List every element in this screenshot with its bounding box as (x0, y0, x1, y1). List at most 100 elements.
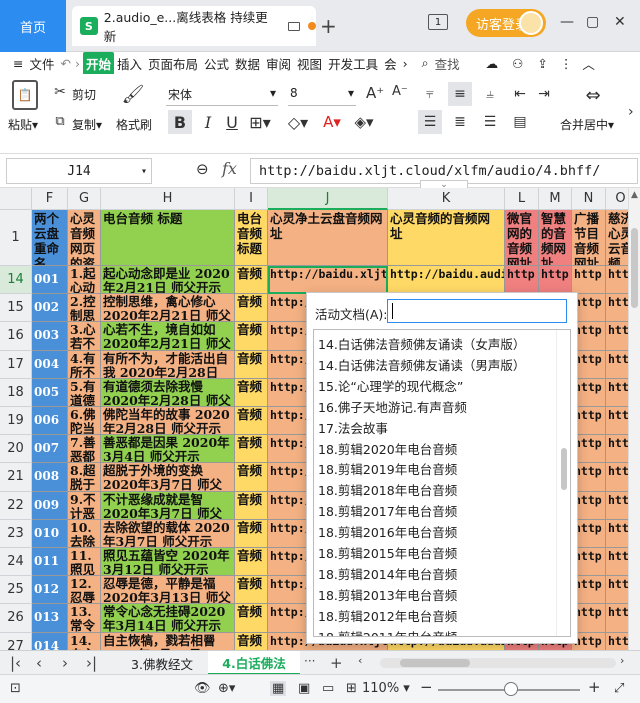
decrease-font-icon[interactable]: A⁻ (392, 84, 408, 99)
full-screen-icon[interactable]: ⊞ (346, 681, 357, 696)
italic-button[interactable]: I (198, 110, 218, 134)
audio-label-cell[interactable]: 音频 (235, 294, 268, 323)
index-cell[interactable]: 4.有所不为 (68, 350, 101, 379)
align-middle-icon[interactable]: ≡ (448, 82, 472, 106)
document-list-item[interactable]: 18.剪辑2016年电台音频 (318, 522, 457, 542)
cut-button[interactable]: 剪切 (72, 86, 96, 103)
row-header-19[interactable]: 19 (0, 407, 32, 436)
vertical-scroll-thumb[interactable] (631, 228, 638, 308)
row-header-14[interactable]: 14 (0, 266, 32, 295)
first-sheet-icon[interactable]: |‹ (10, 654, 21, 672)
column-header-m[interactable]: M (539, 188, 572, 210)
row-header-18[interactable]: 18 (0, 378, 32, 407)
title-cell[interactable]: 去除欲望的载体 2020年3月7日 师父开示 (101, 519, 235, 548)
audio-label-cell[interactable]: 音频 (235, 519, 268, 548)
cloud-url-cell[interactable]: http (606, 463, 628, 492)
share-icon[interactable]: ⇪ (534, 56, 550, 71)
index-cell[interactable]: 13.常令 (68, 604, 101, 633)
audio-label-cell[interactable]: 音频 (235, 491, 268, 520)
zoom-slider-handle[interactable] (504, 682, 518, 696)
underline-button[interactable]: U (222, 110, 242, 134)
index-cell[interactable]: 11.照见 (68, 548, 101, 577)
title-cell[interactable]: 照见五蕴皆空 2020年3月12日 师父开示 (101, 548, 235, 577)
tab-insert[interactable]: 插入 (114, 54, 145, 73)
document-list-item[interactable]: 14.白话佛法音频佛友诵读（男声版） (318, 355, 525, 375)
document-list-item[interactable]: 17.法会故事 (318, 418, 388, 438)
title-cell[interactable]: 超脱于外境的变换 2020年3月7日 师父开示 (101, 463, 235, 492)
document-list[interactable]: 14.白话佛法音频佛友诵读（女声版） 14.白话佛法音频佛友诵读（男声版） 15.论… (313, 329, 571, 637)
select-all-corner[interactable] (0, 188, 32, 210)
id-cell[interactable]: 005 (32, 378, 68, 407)
align-bottom-icon[interactable]: ⫨ (478, 82, 502, 106)
tab-view[interactable]: 视图 (294, 54, 325, 73)
horizontal-scrollbar[interactable] (380, 658, 616, 668)
audio-label-cell[interactable]: 音频 (235, 322, 268, 351)
format-painter-icon[interactable]: 🖌 (122, 80, 145, 108)
title-cell[interactable]: 善恶都是因果 2020年3月4日 师父开示 (101, 435, 235, 464)
title-cell[interactable]: 佛陀当年的故事 2020年2月28日 师父开示 (101, 407, 235, 436)
align-right-icon[interactable]: ☰ (478, 110, 502, 134)
index-cell[interactable]: 5.有道德 (68, 378, 101, 407)
more-options-icon[interactable]: ⋮ (557, 56, 576, 71)
borders-icon[interactable]: ⊞▾ (248, 110, 272, 134)
cloud-url-cell[interactable]: http (606, 378, 628, 407)
new-tab-button[interactable]: + (320, 14, 337, 38)
index-cell[interactable]: 9.不计恶 (68, 491, 101, 520)
copy-button[interactable]: 复制▾ (72, 116, 102, 133)
id-cell[interactable]: 010 (32, 519, 68, 548)
audio-label-cell[interactable]: 音频 (235, 350, 268, 379)
search-icon[interactable]: ⌕ (419, 55, 432, 71)
audio-label-cell[interactable]: 音频 (235, 407, 268, 436)
zoom-lookup-icon[interactable]: ⊖ (196, 160, 209, 178)
sheet-tab-3[interactable]: 3.佛教经文 (118, 651, 206, 675)
row-header-16[interactable]: 16 (0, 322, 32, 351)
tab-developer[interactable]: 开发工具 (325, 54, 381, 73)
cloud-url-cell[interactable]: http (606, 519, 628, 548)
next-sheet-icon[interactable]: › (62, 654, 68, 672)
zoom-in-icon[interactable]: + (588, 678, 601, 696)
id-cell[interactable]: 002 (32, 294, 68, 323)
tab-data[interactable]: 数据 (232, 54, 263, 73)
id-cell[interactable]: 014 (32, 632, 68, 650)
paste-button[interactable]: 粘贴▾ (8, 116, 38, 133)
active-documents-input[interactable] (387, 299, 567, 323)
window-count-icon[interactable]: 1 (428, 14, 448, 30)
row-header-22[interactable]: 22 (0, 491, 32, 520)
copy-icon[interactable]: ⧉ (52, 114, 68, 129)
tab-review[interactable]: 审阅 (263, 54, 294, 73)
audio-label-cell[interactable]: 音频 (235, 576, 268, 605)
cloud-url-cell[interactable]: http (606, 632, 628, 650)
id-cell[interactable]: 004 (32, 350, 68, 379)
document-list-scroll-thumb[interactable] (561, 448, 567, 490)
cloud-url-cell[interactable]: http (606, 322, 628, 351)
index-cell[interactable]: 7.善恶都是 (68, 435, 101, 464)
prev-sheet-icon[interactable]: ‹ (36, 654, 42, 672)
cell-name-box[interactable]: J14 ▾ (6, 158, 152, 184)
document-list-item[interactable]: 14.白话佛法音频佛友诵读（女声版） (318, 334, 525, 354)
document-list-item[interactable]: 18.剪辑2017年电台音频 (318, 501, 457, 521)
column-header-l[interactable]: L (505, 188, 539, 210)
cloud-url-cell[interactable]: http (606, 548, 628, 577)
sheet-tab-4[interactable]: 4.白话佛法 (208, 651, 300, 675)
id-cell[interactable]: 013 (32, 604, 68, 633)
title-cell[interactable]: 不计恶缘成就是智 2020年3月7日 师父开示 (101, 491, 235, 520)
cloud-url-cell[interactable]: http (606, 576, 628, 605)
merge-center-button[interactable]: 合并居中▾ (560, 116, 614, 133)
column-header-h[interactable]: H (101, 188, 235, 210)
macro-icon[interactable]: ⊡ (10, 681, 21, 696)
cloud-url-cell[interactable]: http (606, 350, 628, 379)
audio-label-cell[interactable]: 音频 (235, 548, 268, 577)
id-cell[interactable]: 008 (32, 463, 68, 492)
title-cell[interactable]: 心若不生，境自如如 2020年2月21日 师父 (101, 322, 235, 351)
eye-protection-icon[interactable]: 👁 (194, 681, 211, 696)
title-cell[interactable]: 起心动念即是业 2020年2月21日 师父开示 (101, 266, 235, 295)
column-header-f[interactable]: F (32, 188, 68, 210)
page-break-view-icon[interactable]: ▭ (322, 681, 334, 696)
id-cell[interactable]: 009 (32, 491, 68, 520)
column-header-k[interactable]: K (388, 188, 505, 210)
collaborate-icon[interactable]: ⚇ (509, 56, 526, 71)
wechat-url-cell[interactable]: http (505, 266, 539, 295)
url-cell[interactable]: http://baidu.xljt.cloud/xlfm (268, 266, 388, 295)
document-list-item[interactable]: 18.剪辑2020年电台音频 (318, 439, 457, 459)
cloud-url-cell[interactable]: http (606, 435, 628, 464)
